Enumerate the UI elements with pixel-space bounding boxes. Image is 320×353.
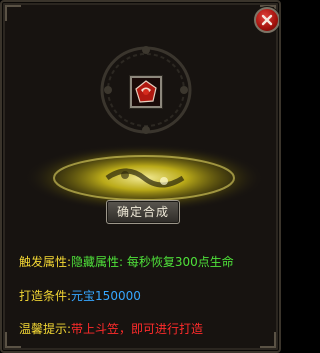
tip-row: 温馨提示:带上斗笠，即可进行打造 xyxy=(19,320,203,337)
corner-ornament xyxy=(5,5,21,21)
craft-condition-value: 元宝150000 xyxy=(71,289,141,303)
trigger-attribute-value: 隐藏属性: 每秒恢复300点生命 xyxy=(71,255,234,269)
craft-condition-row: 打造条件:元宝150000 xyxy=(19,287,141,304)
corner-ornament xyxy=(260,332,276,348)
confirm-synthesis-button[interactable]: 确定合成 xyxy=(106,200,180,224)
red-gem-icon xyxy=(132,78,160,106)
crafting-panel: 确定合成 触发属性:隐藏属性: 每秒恢复300点生命 打造条件:元宝150000… xyxy=(0,0,281,353)
tip-value: 带上斗笠，即可进行打造 xyxy=(71,322,204,336)
tip-label: 温馨提示: xyxy=(19,322,72,336)
close-icon xyxy=(261,14,273,26)
item-slot[interactable] xyxy=(130,76,162,108)
trigger-attribute-label: 触发属性: xyxy=(19,255,72,269)
craft-condition-label: 打造条件: xyxy=(19,289,72,303)
trigger-attribute-row: 触发属性:隐藏属性: 每秒恢复300点生命 xyxy=(19,253,234,270)
